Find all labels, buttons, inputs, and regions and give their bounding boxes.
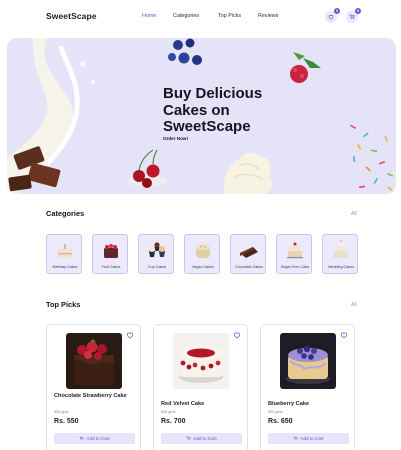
product-card[interactable]: Chocolate Strawberry Cake 500 gms Rs. 55… xyxy=(46,324,141,450)
chocolate-strawberry-cake-image xyxy=(66,333,122,389)
category-label: Fruit Cakes xyxy=(101,265,121,269)
cupcake-image xyxy=(149,242,165,257)
wishlist-heart-icon[interactable] xyxy=(340,331,348,339)
category-fruit-cakes[interactable]: Fruit Cakes xyxy=(92,234,128,274)
site-logo[interactable]: SweetScape xyxy=(46,11,97,21)
category-label: Chocolate Cakes xyxy=(234,265,264,269)
cart-icon xyxy=(187,436,191,440)
add-to-cart-label: Add to Cart xyxy=(86,436,110,441)
cart-button[interactable]: 0 xyxy=(346,8,361,23)
product-price: Rs. 550 xyxy=(54,418,79,425)
categories-title: Categories xyxy=(46,209,85,218)
product-card[interactable]: Red Velvet Cake 500 gms Rs. 700 Add to C… xyxy=(153,324,248,450)
category-label: Birthday Cakes xyxy=(52,265,78,269)
site-header: SweetScape Home Categories Top Picks Rev… xyxy=(0,0,401,34)
add-to-cart-button[interactable]: Add to Cart xyxy=(268,433,349,444)
sugar-free-cake-image xyxy=(287,242,303,259)
birthday-cake-image xyxy=(58,243,72,258)
hero-banner: Buy Delicious Cakes on SweetScape Order … xyxy=(7,38,396,194)
product-weight: 500 gms xyxy=(161,410,176,414)
nav-categories[interactable]: Categories xyxy=(173,13,199,19)
order-now-link[interactable]: Order Now! xyxy=(163,136,188,141)
product-weight: 500 gms xyxy=(268,410,283,414)
category-label: Cup Cakes xyxy=(147,265,167,269)
cart-icon xyxy=(80,436,84,440)
chocolate-cake-image xyxy=(240,247,258,258)
category-label: Sugar-Free Cake xyxy=(280,265,310,269)
wishlist-button[interactable]: 0 xyxy=(325,8,340,23)
cart-count-badge: 0 xyxy=(355,8,361,14)
category-sugar-free-cake[interactable]: Sugar-Free Cake xyxy=(276,234,312,274)
red-velvet-cake-image xyxy=(173,333,229,389)
category-birthday-cakes[interactable]: Birthday Cakes xyxy=(46,234,82,274)
heart-icon xyxy=(328,15,334,20)
product-card[interactable]: Blueberry Cake 500 gms Rs. 650 Add to Ca… xyxy=(260,324,355,450)
category-vegan-cakes[interactable]: Vegan Cakes xyxy=(184,234,220,274)
product-name: Blueberry Cake xyxy=(268,401,310,407)
category-label: Vegan Cakes xyxy=(192,265,214,269)
category-cup-cakes[interactable]: Cup Cakes xyxy=(138,234,174,274)
wishlist-count-badge: 0 xyxy=(334,8,340,14)
category-chocolate-cakes[interactable]: Chocolate Cakes xyxy=(230,234,266,274)
categories-see-all-link[interactable]: All xyxy=(351,211,357,217)
product-name: Red Velvet Cake xyxy=(161,401,205,407)
add-to-cart-button[interactable]: Add to Cart xyxy=(54,433,135,444)
cart-icon xyxy=(294,436,298,440)
vegan-cake-image xyxy=(196,244,210,258)
add-to-cart-label: Add to Cart xyxy=(300,436,324,441)
cart-icon xyxy=(349,14,355,20)
fruit-cake-image xyxy=(104,244,118,258)
top-picks-title: Top Picks xyxy=(46,300,81,309)
top-picks-see-all-link[interactable]: All xyxy=(351,302,357,308)
add-to-cart-label: Add to Cart xyxy=(193,436,217,441)
nav-reviews[interactable]: Reviews xyxy=(258,13,278,19)
blueberry-cake-image xyxy=(280,333,336,389)
category-label: Wedding Cakes xyxy=(328,265,354,269)
nav-home[interactable]: Home xyxy=(142,13,156,19)
wishlist-heart-icon[interactable] xyxy=(126,331,134,339)
product-weight: 500 gms xyxy=(54,410,69,414)
product-price: Rs. 650 xyxy=(268,418,293,425)
category-wedding-cakes[interactable]: Wedding Cakes xyxy=(322,234,358,274)
wedding-cake-image xyxy=(334,240,348,258)
product-name: Chocolate Strawberry Cake xyxy=(54,393,127,399)
product-price: Rs. 700 xyxy=(161,418,186,425)
nav-top-picks[interactable]: Top Picks xyxy=(218,13,241,19)
hero-title: Buy Delicious Cakes on SweetScape xyxy=(163,85,263,135)
add-to-cart-button[interactable]: Add to Cart xyxy=(161,433,242,444)
wishlist-heart-icon[interactable] xyxy=(233,331,241,339)
